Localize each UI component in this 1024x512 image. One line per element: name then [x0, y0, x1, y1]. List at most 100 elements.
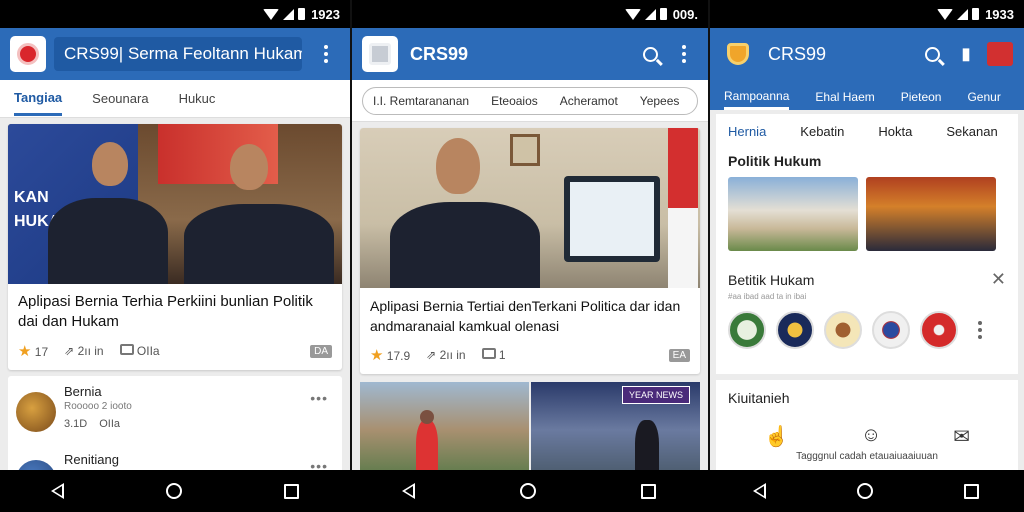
comment-icon[interactable] — [481, 348, 496, 359]
kebab-icon[interactable] — [978, 321, 982, 339]
comment-count: 1 — [498, 348, 506, 362]
news-meta: ★ 17 ⇗ 2ıı in OIIa DA — [8, 336, 342, 370]
share-count: 2ıı in — [439, 348, 466, 362]
kebab-icon — [324, 45, 328, 63]
list-item-meta: OIIa — [99, 418, 121, 430]
action-caption: Tagggnul cadah etauaiuaaiuuan — [796, 451, 938, 462]
home-icon[interactable] — [519, 483, 536, 499]
tab-pieteon[interactable]: Pieteon — [901, 90, 942, 110]
tab-sections[interactable]: Seounara — [92, 91, 148, 106]
tab-bar: Tangiaa Seounara Hukuc — [0, 80, 350, 118]
like-icon[interactable]: ☝ — [764, 424, 789, 449]
news-list: Bernia Rooooo 2 iooto 3.1D OIIa ••• Renit… — [8, 376, 342, 470]
phone-screen-2: 009. CRS99 I.I. Remtarananan Eteoaios Ac… — [350, 0, 708, 470]
app-title: CRS99 — [768, 43, 827, 64]
status-bar: 1923 — [0, 0, 350, 28]
institution-seal-icon[interactable] — [824, 311, 862, 349]
bookmark-button[interactable]: ▮ — [952, 40, 980, 68]
share-icon[interactable]: ⇗ — [426, 348, 436, 362]
category-tag: DA — [310, 344, 332, 358]
star-icon: ★ — [18, 343, 32, 360]
reaction-icon[interactable]: ☺ — [861, 424, 881, 449]
tab-bar: Rampoanna Ehal Haem Pieteon Genur — [710, 80, 1024, 110]
list-item-title: Bernia — [64, 384, 102, 399]
tab-eteoaios[interactable]: Eteoaios — [491, 94, 538, 108]
institution-seal-icon[interactable] — [728, 311, 766, 349]
more-icon[interactable]: ••• — [310, 390, 328, 406]
back-icon[interactable] — [753, 483, 767, 499]
list-item-meta: 3.1D — [64, 418, 88, 430]
search-button[interactable] — [636, 40, 664, 68]
tab-bar: I.I. Remtarananan Eteoaios Acheramot Yep… — [352, 80, 708, 122]
tab-rampoanna[interactable]: Rampoanna — [724, 89, 790, 110]
comment-icon[interactable] — [119, 344, 134, 355]
app-bar: CRS99 — [352, 28, 708, 80]
overflow-menu-button[interactable] — [312, 40, 340, 68]
app-logo — [10, 36, 46, 72]
status-time: 1933 — [985, 6, 1014, 22]
list-item[interactable]: Renitiang ••• — [16, 452, 334, 470]
phone-screen-1: 1923 CRS99| Serma Feoltann Hukam Tangiaa… — [0, 0, 350, 470]
tab-genur[interactable]: Genur — [967, 90, 1000, 110]
kebab-icon — [682, 45, 686, 63]
tab-acheramot[interactable]: Acheramot — [560, 94, 618, 108]
content-panel: Hernia Kebatin Hokta Sekanan Politik Huk… — [716, 114, 1018, 374]
news-meta: ★ 17.9 ⇗ 2ıı in 1 EA — [360, 340, 700, 374]
home-icon[interactable] — [856, 483, 873, 499]
wifi-icon — [263, 8, 280, 20]
search-button[interactable] — [918, 40, 946, 68]
list-item[interactable]: Bernia Rooooo 2 iooto 3.1D OIIa ••• — [16, 384, 334, 452]
status-bar: 1933 — [710, 0, 1024, 28]
status-bar: 009. — [352, 0, 708, 28]
status-time: 009. — [672, 6, 698, 22]
back-icon[interactable] — [51, 483, 64, 499]
status-time: 1923 — [311, 6, 340, 22]
tab-law[interactable]: Hukuc — [179, 91, 216, 106]
recents-icon[interactable] — [963, 483, 979, 499]
gallery-image[interactable]: YEAR NEWS — [531, 382, 700, 470]
news-headline[interactable]: Aplipasi Bernia Tertiai denTerkani Polit… — [360, 288, 700, 340]
avatar — [16, 392, 56, 432]
image-badge: YEAR NEWS — [621, 386, 690, 404]
news-thumbnail[interactable] — [866, 177, 996, 251]
news-card[interactable]: Aplipasi Bernia Tertiai denTerkani Polit… — [360, 128, 700, 374]
comment-count: OIIa — [136, 344, 160, 358]
app-title: CRS99| Serma Feoltann Hukam — [54, 37, 302, 71]
signal-icon — [644, 8, 656, 20]
recents-icon[interactable] — [284, 483, 299, 499]
overflow-menu-button[interactable] — [670, 40, 698, 68]
home-icon[interactable] — [166, 483, 182, 499]
battery-icon — [298, 8, 306, 20]
flag-button[interactable] — [986, 40, 1014, 68]
tab-ehal-haem[interactable]: Ehal Haem — [815, 90, 874, 110]
institution-seal-icon[interactable] — [920, 311, 958, 349]
wifi-icon — [624, 8, 641, 20]
recents-icon[interactable] — [640, 483, 656, 499]
tab-home[interactable]: Tangiaa — [14, 82, 63, 116]
phone-screen-3: 1933 CRS99 ▮ Rampoanna Ehal Haem Pieteon… — [708, 0, 1024, 470]
close-icon[interactable]: ✕ — [991, 269, 1006, 290]
more-icon[interactable]: ••• — [310, 458, 328, 470]
institution-seal-icon[interactable] — [872, 311, 910, 349]
institution-seal-icon[interactable] — [776, 311, 814, 349]
battery-icon — [972, 8, 980, 20]
subtab-hokta[interactable]: Hokta — [878, 124, 912, 139]
back-icon[interactable] — [402, 483, 416, 499]
comment-icon[interactable]: ✉ — [953, 424, 970, 449]
news-headline[interactable]: Aplipasi Bernia Terhia Perkiini bunlian … — [8, 284, 342, 336]
image-gallery[interactable]: YEAR NEWS — [360, 382, 700, 470]
lower-panel-title: Kiuitanieh — [728, 390, 790, 406]
news-image — [360, 128, 700, 288]
subtab-kebatin[interactable]: Kebatin — [800, 124, 844, 139]
gallery-image[interactable] — [360, 382, 529, 470]
subtab-hernia[interactable]: Hernia — [728, 124, 766, 139]
rating-count: 17 — [34, 345, 49, 359]
tab-yepees[interactable]: Yepees — [640, 94, 680, 108]
subtab-sekanan[interactable]: Sekanan — [946, 124, 997, 139]
news-image: KAN HUKAM — [8, 124, 342, 284]
share-icon[interactable]: ⇗ — [64, 344, 74, 358]
avatar — [16, 460, 56, 470]
news-thumbnail[interactable] — [728, 177, 858, 251]
tab-remtarananan[interactable]: I.I. Remtarananan — [373, 94, 469, 108]
news-card[interactable]: KAN HUKAM Aplipasi Bernia Terhia Perkiini… — [8, 124, 342, 370]
